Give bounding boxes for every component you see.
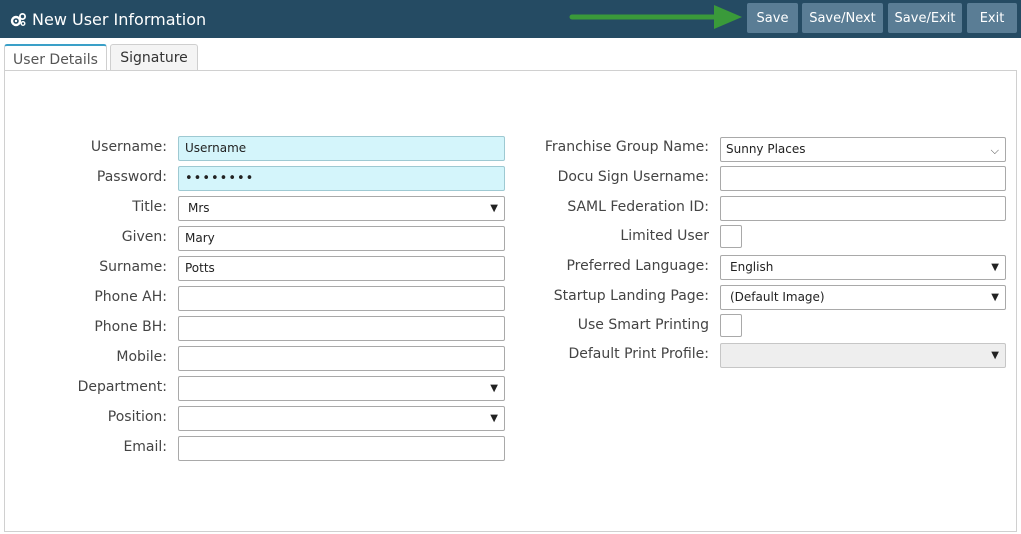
docusign-label: Docu Sign Username: [557, 169, 709, 185]
landing-select-value: (Default Image) [730, 290, 825, 304]
username-input[interactable]: Username [178, 136, 505, 161]
caret-down-icon: ▼ [991, 350, 999, 361]
caret-down-icon: ▼ [490, 203, 498, 214]
password-label: Password: [96, 169, 167, 185]
mobile-input[interactable] [178, 346, 505, 371]
saml-input[interactable] [720, 196, 1006, 221]
smart-printing-label: Use Smart Printing [577, 317, 709, 333]
language-label: Preferred Language: [566, 258, 709, 274]
caret-down-icon: ▼ [991, 262, 999, 273]
limited-user-checkbox[interactable] [720, 225, 742, 248]
green-arrow-annotation [569, 5, 742, 29]
surname-input[interactable]: Potts [178, 256, 505, 281]
tab-bar: User Details Signature [0, 38, 1021, 73]
limited-user-label: Limited User [620, 228, 709, 244]
gears-icon [10, 12, 26, 26]
mobile-label: Mobile: [116, 349, 167, 365]
exit-button[interactable]: Exit [967, 3, 1017, 33]
given-label: Given: [121, 229, 167, 245]
given-input[interactable]: Mary [178, 226, 505, 251]
email-input[interactable] [178, 436, 505, 461]
tab-signature[interactable]: Signature [110, 44, 198, 71]
caret-down-icon: ▼ [490, 413, 498, 424]
franchise-select[interactable]: Sunny Places ⌵ [720, 137, 1006, 162]
franchise-select-value: Sunny Places [726, 142, 806, 156]
phone-ah-input[interactable] [178, 286, 505, 311]
position-label: Position: [107, 409, 167, 425]
department-label: Department: [77, 379, 167, 395]
franchise-label: Franchise Group Name: [544, 139, 709, 155]
language-select[interactable]: English ▼ [720, 255, 1006, 280]
print-profile-label: Default Print Profile: [568, 346, 709, 362]
saml-label: SAML Federation ID: [567, 199, 709, 215]
save-button[interactable]: Save [747, 3, 798, 33]
email-label: Email: [123, 439, 167, 455]
landing-label: Startup Landing Page: [553, 288, 709, 304]
page-title: New User Information [32, 9, 207, 29]
title-select[interactable]: Mrs ▼ [178, 196, 505, 221]
phone-bh-label: Phone BH: [94, 319, 167, 335]
language-select-value: English [730, 260, 774, 274]
password-input[interactable]: •••••••• [178, 166, 505, 191]
caret-down-icon: ▼ [490, 383, 498, 394]
header-title-area: New User Information [10, 0, 206, 38]
docusign-input[interactable] [720, 166, 1006, 191]
caret-down-icon: ▼ [991, 292, 999, 303]
phone-ah-label: Phone AH: [94, 289, 167, 305]
save-next-button[interactable]: Save/Next [802, 3, 883, 33]
chevron-down-icon: ⌵ [990, 144, 999, 157]
title-label: Title: [132, 199, 167, 215]
position-select[interactable]: ▼ [178, 406, 505, 431]
surname-label: Surname: [99, 259, 167, 275]
department-select[interactable]: ▼ [178, 376, 505, 401]
phone-bh-input[interactable] [178, 316, 505, 341]
print-profile-select[interactable]: ▼ [720, 343, 1006, 368]
username-label: Username: [90, 139, 167, 155]
tab-user-details[interactable]: User Details [4, 44, 107, 73]
save-exit-button[interactable]: Save/Exit [888, 3, 962, 33]
title-select-value: Mrs [188, 201, 210, 215]
smart-printing-checkbox[interactable] [720, 314, 742, 337]
landing-select[interactable]: (Default Image) ▼ [720, 285, 1006, 310]
page-header: New User Information Save Save/Next Save… [0, 0, 1021, 38]
